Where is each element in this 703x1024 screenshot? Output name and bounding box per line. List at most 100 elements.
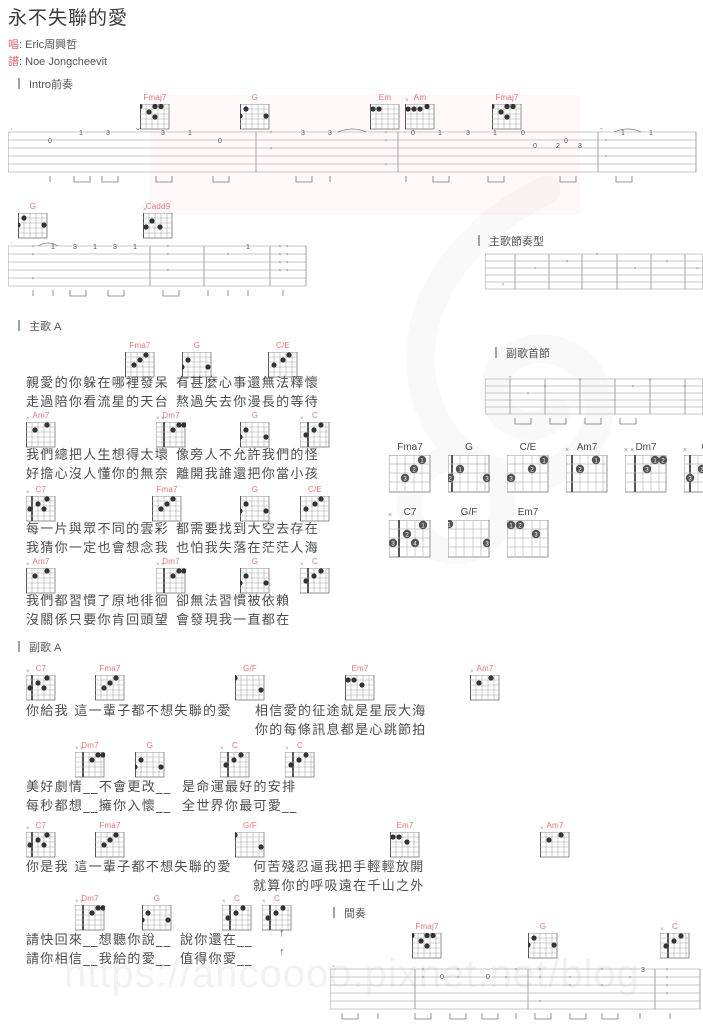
ref-chord-g-f: G/F 1 3: [448, 507, 490, 558]
muted-strings: ××: [156, 416, 166, 422]
verse-4-line-2-right: 會發現我一直都在: [176, 613, 291, 628]
svg-text:×: ×: [166, 268, 169, 274]
chord-name: G/F: [460, 507, 478, 518]
verse-2-line-2-left: 好擔心沒人懂你的無奈: [26, 467, 170, 482]
chord-name: C: [274, 894, 280, 903]
chord-name: Em7: [517, 507, 539, 518]
chord-name: Fma7: [129, 341, 151, 350]
muted-strings: ×: [540, 826, 545, 832]
verse-3-line-2-left: 我猜你一定也會想念我: [26, 541, 170, 556]
svg-text:×: ×: [31, 276, 34, 282]
svg-text:×: ×: [31, 252, 34, 258]
muted-strings: ×: [220, 746, 225, 752]
muted-strings: ×: [565, 447, 572, 454]
chord-name: Am7: [546, 821, 564, 830]
svg-text:0: 0: [136, 128, 140, 132]
ref-chord-em7: Em7 1 2 3: [507, 507, 549, 558]
svg-text:×: ×: [665, 983, 668, 989]
svg-text:×: ×: [665, 991, 668, 997]
svg-text:0: 0: [533, 143, 537, 150]
chord-name: Fma7: [99, 821, 121, 830]
svg-text:×: ×: [508, 375, 511, 381]
svg-text:×: ×: [456, 975, 459, 981]
verse-4-line-1-right: 卻無法習慣被依賴: [176, 594, 291, 609]
svg-text:×: ×: [504, 975, 507, 981]
svg-text:3: 3: [73, 244, 77, 251]
verse-3-line-2-right: 也怕我失落在茫茫人海: [176, 541, 320, 556]
chorus-2-line-1-right: 是命運最好的安排: [182, 780, 297, 795]
chord-name: C7: [35, 664, 47, 673]
strum-up-arrow-1: ↑: [279, 927, 285, 939]
tab-staff-interlude: 1 0 1 0 0 0 3 × × × × × × × × × × × × × × × × × ×: [330, 965, 702, 1023]
svg-text:3: 3: [578, 143, 582, 150]
credit-singer-key: 唱: [8, 39, 19, 51]
chord-name: C: [234, 894, 240, 903]
muted-strings: ×: [222, 899, 227, 905]
chord-name: Em: [378, 93, 392, 102]
chorus-4-line-2-left: 請你相信__我給的愛__: [26, 952, 172, 967]
svg-text:×: ×: [648, 377, 651, 383]
chord-name: G: [146, 741, 154, 750]
muted-strings: ××: [75, 746, 85, 752]
svg-text:×: ×: [665, 975, 668, 981]
muted-strings: ××: [75, 899, 85, 905]
ref-chord-am7: Am7 × 1 2: [565, 442, 608, 493]
muted-strings: ×: [26, 562, 31, 568]
svg-text:1: 1: [93, 244, 97, 251]
muted-strings: ××: [156, 562, 166, 568]
svg-text:×: ×: [166, 244, 169, 250]
svg-text:×: ×: [269, 146, 272, 152]
credit-singer: 唱: Eric周興哲: [8, 39, 78, 51]
chord-name: C/E: [519, 442, 537, 453]
muted-strings: ×: [300, 562, 305, 568]
verse-1-line-1-left: 親愛的你躲在哪裡發呆: [26, 376, 170, 391]
svg-text:×: ×: [278, 252, 281, 258]
credit-arranger: 譜: Noe Jongcheevit: [8, 56, 108, 68]
chord-name: G: [251, 93, 259, 102]
section-label-interlude: 間奏: [333, 905, 366, 921]
chord-name: Am7: [32, 411, 50, 420]
chord-name: G: [251, 557, 259, 566]
chord-name: G/F: [243, 821, 257, 830]
page-title: 永不失聯的愛: [8, 8, 129, 29]
svg-text:×: ×: [421, 975, 424, 981]
svg-text:3: 3: [106, 130, 110, 137]
svg-text:3: 3: [161, 130, 165, 137]
svg-text:×: ×: [595, 252, 598, 258]
svg-text:×: ×: [538, 999, 541, 1005]
svg-text:×: ×: [633, 266, 636, 272]
muted-strings: ××: [624, 447, 637, 454]
svg-text:×: ×: [543, 384, 546, 390]
svg-text:0: 0: [48, 138, 52, 145]
chord-diagram-verse4-4: C ×: [299, 557, 330, 599]
chord-name: C: [312, 557, 318, 566]
chord-name: Am7: [576, 442, 598, 453]
credit-arranger-value: Noe Jongcheevit: [25, 56, 108, 68]
chorus-4-line-1-left: 請快回來__想聽你說__: [26, 933, 172, 948]
verse-1-line-2-left: 走過陪你看流星的天台: [26, 395, 170, 410]
svg-text:×: ×: [538, 975, 541, 981]
svg-text:3: 3: [641, 967, 645, 974]
verse-3-line-1-right: 都需要找到大空去存在: [176, 522, 320, 537]
chorus-1-line-1-left: 你給我 這一輩子都不想失聯的愛: [26, 704, 232, 719]
muted-strings: ×: [143, 207, 148, 213]
svg-text:3: 3: [113, 244, 117, 251]
svg-text:3: 3: [301, 130, 305, 137]
svg-text:×: ×: [578, 377, 581, 383]
chord-name: Fmaj7: [415, 922, 439, 931]
chorus-1-line-1-right: 相信愛的征途就是星辰大海: [255, 704, 427, 719]
verse-1-line-2-right: 熬過失去你漫長的等待: [176, 395, 320, 410]
svg-text:×: ×: [285, 268, 288, 274]
chorus-2-line-2-left: 每秒都想__擁你入懷__: [26, 799, 172, 814]
ref-chord-fma7: Fma7 1 2 3: [389, 442, 431, 493]
ref-chord-c: C × 1 2 3: [683, 442, 703, 493]
svg-text:×: ×: [285, 244, 288, 250]
muted-strings: ×: [262, 899, 267, 905]
chord-diagram-interlude-3: C ×: [659, 922, 690, 964]
tab-staff-intro-line2: 7 131 31 1 ××× ××× ××× ×× ×× ×× ××: [8, 242, 308, 302]
muted-strings: ×: [26, 490, 31, 496]
svg-text:×: ×: [285, 252, 288, 258]
svg-text:×: ×: [683, 384, 686, 390]
chord-name: G: [251, 411, 259, 420]
svg-text:×: ×: [568, 983, 571, 989]
